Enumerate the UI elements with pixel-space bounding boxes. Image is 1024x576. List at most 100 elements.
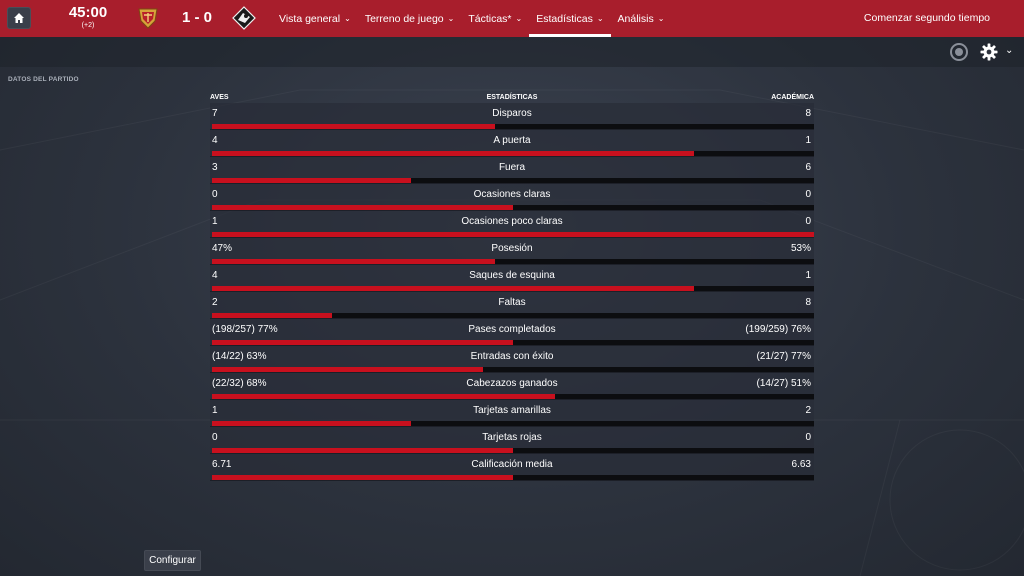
home-share-fill <box>212 448 513 453</box>
added-time: (+2) <box>81 22 95 29</box>
stat-row: 6.71 Calificación media 6.63 <box>210 454 814 481</box>
comparison-bar <box>212 421 814 426</box>
tab-analisis[interactable]: Análisis ⌄ <box>611 0 672 37</box>
chevron-down-icon: ⌄ <box>596 14 604 23</box>
comparison-bar <box>212 286 814 291</box>
home-share-fill <box>212 259 495 264</box>
away-value: 1 <box>805 270 811 281</box>
away-value: 0 <box>805 216 811 227</box>
comparison-bar <box>212 205 814 210</box>
home-share-fill <box>212 232 814 237</box>
stat-label: Calificación media <box>471 459 553 470</box>
configure-button[interactable]: Configurar <box>144 550 201 571</box>
comparison-bar <box>212 124 814 129</box>
stat-row: 0 Tarjetas rojas 0 <box>210 427 814 454</box>
stat-row: 47% Posesión 53% <box>210 238 814 265</box>
tab-terreno-de-juego[interactable]: Terreno de juego ⌄ <box>358 0 462 37</box>
tab-tacticas[interactable]: Tácticas* ⌄ <box>461 0 529 37</box>
stat-label: Disparos <box>492 108 532 119</box>
stat-row: 3 Fuera 6 <box>210 157 814 184</box>
comparison-bar <box>212 475 814 480</box>
stat-label: Saques de esquina <box>469 270 555 281</box>
away-team-crest-icon <box>232 6 256 30</box>
stat-label: Ocasiones poco claras <box>461 216 563 227</box>
start-second-half-button[interactable]: Comenzar segundo tiempo <box>864 12 990 24</box>
away-value: 6.63 <box>791 459 811 470</box>
stat-label: Faltas <box>498 297 526 308</box>
stat-row: (14/22) 63% Entradas con éxito (21/27) 77% <box>210 346 814 373</box>
away-team-name: ACADÉMICA <box>771 94 814 101</box>
stat-row: 0 Ocasiones claras 0 <box>210 184 814 211</box>
tab-estadisticas[interactable]: Estadísticas ⌄ <box>529 0 611 37</box>
tab-vista-general[interactable]: Vista general ⌄ <box>272 0 358 37</box>
home-team-crest-icon <box>138 8 158 29</box>
home-share-fill <box>212 421 411 426</box>
stat-label: Tarjetas rojas <box>482 432 542 443</box>
stat-row: 2 Faltas 8 <box>210 292 814 319</box>
stat-row: 7 Disparos 8 <box>210 103 814 130</box>
tab-label: Vista general <box>279 12 341 25</box>
clock-time: 45:00 <box>68 4 108 21</box>
comparison-bar <box>212 151 814 156</box>
comparison-bar <box>212 394 814 399</box>
stats-header: AVES ESTADÍSTICAS ACADÉMICA <box>210 92 814 103</box>
stat-label: Pases completados <box>468 324 556 335</box>
home-share-fill <box>212 205 513 210</box>
comparison-bar <box>212 367 814 372</box>
chevron-down-icon[interactable]: ⌄ <box>1005 45 1013 56</box>
away-value: 8 <box>805 108 811 119</box>
stat-row: 4 Saques de esquina 1 <box>210 265 814 292</box>
comparison-bar <box>212 259 814 264</box>
chevron-down-icon: ⌄ <box>447 14 455 23</box>
stat-label: Fuera <box>498 162 526 173</box>
sub-toolbar <box>0 37 1024 67</box>
home-icon <box>14 13 24 23</box>
stat-label: A puerta <box>493 135 531 146</box>
away-value: (21/27) 77% <box>756 351 811 362</box>
section-label: DATOS DEL PARTIDO <box>8 76 79 83</box>
stat-row: 1 Ocasiones poco claras 0 <box>210 211 814 238</box>
stat-label: Tarjetas amarillas <box>473 405 551 416</box>
stats-title: ESTADÍSTICAS <box>486 94 538 101</box>
away-value: 0 <box>805 189 811 200</box>
away-value: (199/259) 76% <box>745 324 811 335</box>
stat-label: Cabezazos ganados <box>466 378 558 389</box>
stat-label: Entradas con éxito <box>470 351 554 362</box>
chevron-down-icon: ⌄ <box>344 14 351 23</box>
stat-label: Ocasiones claras <box>473 189 551 200</box>
gear-icon[interactable] <box>980 43 998 61</box>
away-value: 6 <box>805 162 811 173</box>
stat-label: Posesión <box>491 243 533 254</box>
stat-row: 4A puerta 1 <box>210 130 814 157</box>
home-share-fill <box>212 313 333 318</box>
chevron-down-icon: ⌄ <box>515 14 523 23</box>
stat-row: 1 Tarjetas amarillas 2 <box>210 400 814 427</box>
stat-rows: 7 Disparos 8 4 A puerta 1 3 Fuera 6 0 Ocasiones cl… <box>210 103 814 481</box>
stat-row: (198/257) 77% Pases completados (199/259) … <box>210 319 814 346</box>
away-value: 0 <box>805 432 811 443</box>
home-share-fill <box>212 475 513 480</box>
tab-label: Terreno de juego <box>364 12 444 25</box>
comparison-bar <box>212 313 814 318</box>
away-value: 53% <box>790 243 811 254</box>
home-button[interactable] <box>7 7 31 29</box>
home-share-fill <box>212 178 411 183</box>
stats-panel: AVES ESTADÍSTICAS ACADÉMICA 7 Disparos 8 4 A… <box>210 92 814 481</box>
away-value: 1 <box>805 135 811 146</box>
tab-label: Estadísticas <box>536 12 593 25</box>
away-value: 8 <box>805 297 811 308</box>
match-score: 1 - 0 <box>182 9 213 26</box>
home-share-fill <box>212 286 694 291</box>
comparison-bar <box>212 178 814 183</box>
record-icon[interactable] <box>950 43 968 61</box>
comparison-bar <box>212 232 814 237</box>
tab-label: Análisis <box>617 12 654 25</box>
main-nav: Vista general ⌄ Terreno de juego ⌄ Táctica… <box>272 0 671 37</box>
match-clock: 45:00 (+2) <box>60 4 116 30</box>
home-share-fill <box>212 394 556 399</box>
comparison-bar <box>212 448 814 453</box>
home-share-fill <box>212 151 694 156</box>
match-top-bar: 45:00 (+2) 1 - 0 Vista general ⌄ Terreno … <box>0 0 1024 37</box>
tab-label: Tácticas* <box>468 12 512 25</box>
stat-row: (22/32) 68% Cabezazos ganados (14/27) 51% <box>210 373 814 400</box>
